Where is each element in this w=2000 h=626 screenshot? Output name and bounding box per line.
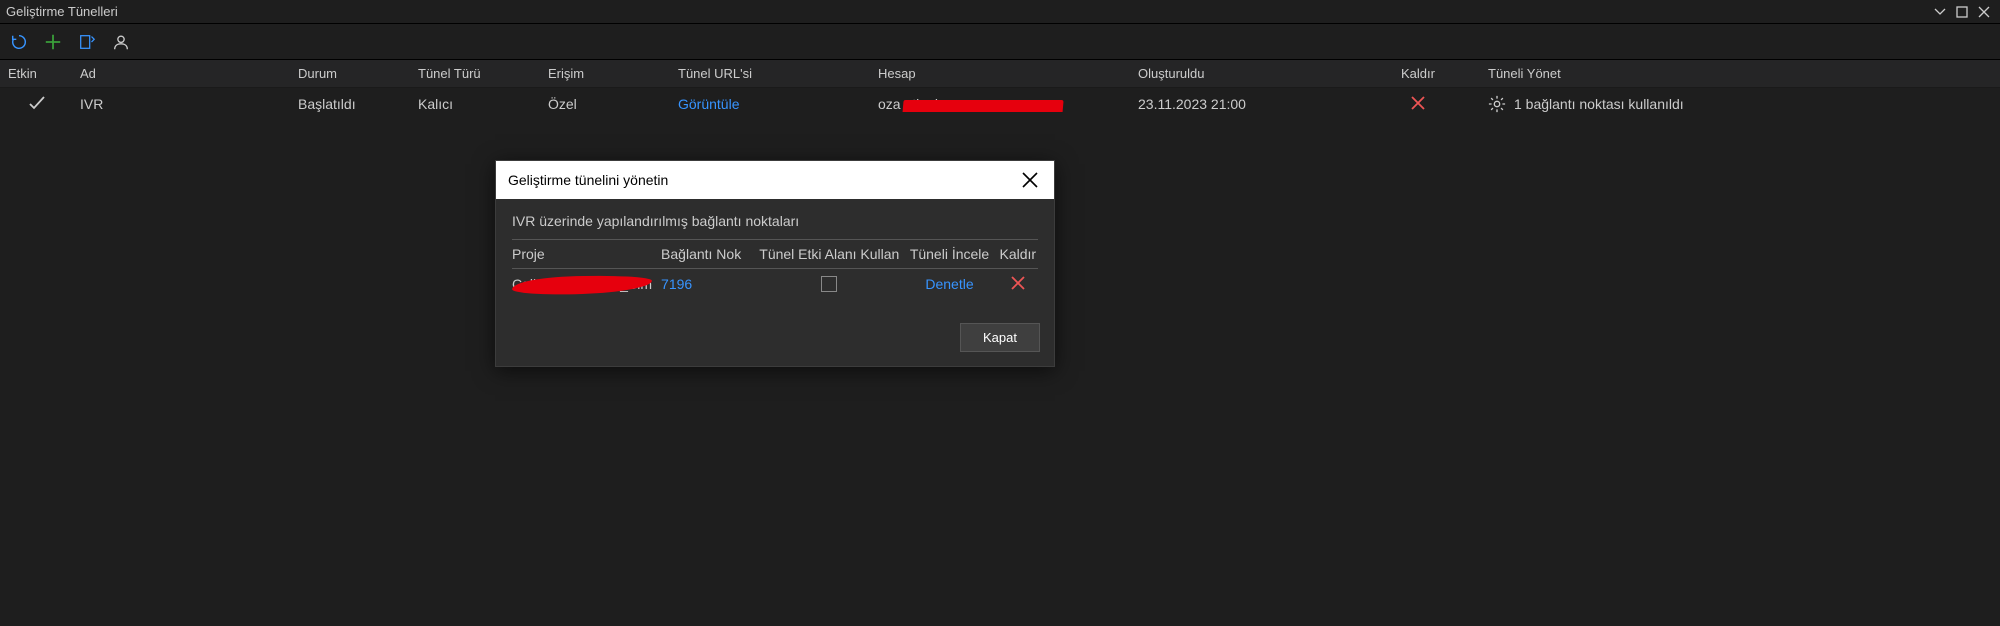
modal-subtitle: IVR üzerinde yapılandırılmış bağlantı no… [512,213,1038,229]
modal-table-row: CallA_tor__ration_Sim 7196 Denetle [512,269,1038,299]
modal-table-header: Proje Bağlantı Nok Tünel Etki Alanı Kull… [512,239,1038,269]
modal-title-bar: Geliştirme tünelini yönetin [496,161,1054,199]
dropdown-icon[interactable] [1930,2,1950,22]
inspect-tunnel-link[interactable]: Denetle [901,276,997,292]
manage-tunnel-label: 1 bağlantı noktası kullanıldı [1514,96,1684,112]
header-olustur: Oluşturuldu [1138,66,1358,81]
modal-header-inspect: Tüneli İncele [901,246,997,262]
toolbar [0,24,2000,60]
title-bar: Geliştirme Tünelleri [0,0,2000,24]
header-tur: Tünel Türü [418,66,548,81]
cell-durum: Başlatıldı [298,96,418,112]
modal-cell-proje: CallA_tor__ration_Sim [512,276,661,292]
add-icon[interactable] [42,31,64,53]
gear-icon [1488,95,1506,113]
cell-olustur: 23.11.2023 21:00 [1138,96,1358,112]
modal-header-domain: Tünel Etki Alanı Kullan [757,246,901,262]
modal-remove-icon[interactable] [998,276,1038,290]
remove-icon[interactable] [1358,96,1478,110]
header-url: Tünel URL'si [678,66,878,81]
modal-header-remove: Kaldır [998,246,1038,262]
modal-footer: Kapat [496,313,1054,366]
modal-header-port: Bağlantı Nok [661,246,757,262]
tunnel-url-link[interactable]: Görüntüle [678,96,878,112]
header-yonet: Tüneli Yönet [1478,66,1858,81]
table-row[interactable]: IVR Başlatıldı Kalıcı Özel Görüntüle oza… [0,88,2000,120]
header-kaldir: Kaldır [1358,66,1478,81]
edit-env-icon[interactable] [76,31,98,53]
use-tunnel-domain-checkbox[interactable] [821,276,837,292]
cell-tur: Kalıcı [418,96,548,112]
modal-header-proje: Proje [512,246,661,262]
header-ad: Ad [68,66,298,81]
header-etkin: Etkin [8,66,68,81]
cell-hesap: oza utlook [878,96,1138,112]
cell-erisim: Özel [548,96,678,112]
modal-close-icon[interactable] [1018,168,1042,192]
header-erisim: Erişim [548,66,678,81]
header-durum: Durum [298,66,418,81]
maximize-icon[interactable] [1952,2,1972,22]
modal-title: Geliştirme tünelini yönetin [508,172,668,188]
close-button[interactable]: Kapat [960,323,1040,352]
header-hesap: Hesap [878,66,1138,81]
checkmark-icon [8,94,46,112]
manage-tunnel-button[interactable]: 1 bağlantı noktası kullanıldı [1488,95,1684,113]
table-header: Etkin Ad Durum Tünel Türü Erişim Tünel U… [0,60,2000,88]
manage-tunnel-modal: Geliştirme tünelini yönetin IVR üzerinde… [495,160,1055,367]
cell-ad: IVR [68,96,298,112]
close-icon[interactable] [1974,2,1994,22]
modal-cell-port[interactable]: 7196 [661,276,757,292]
user-icon[interactable] [110,31,132,53]
refresh-icon[interactable] [8,31,30,53]
window-title: Geliştirme Tünelleri [6,4,118,19]
